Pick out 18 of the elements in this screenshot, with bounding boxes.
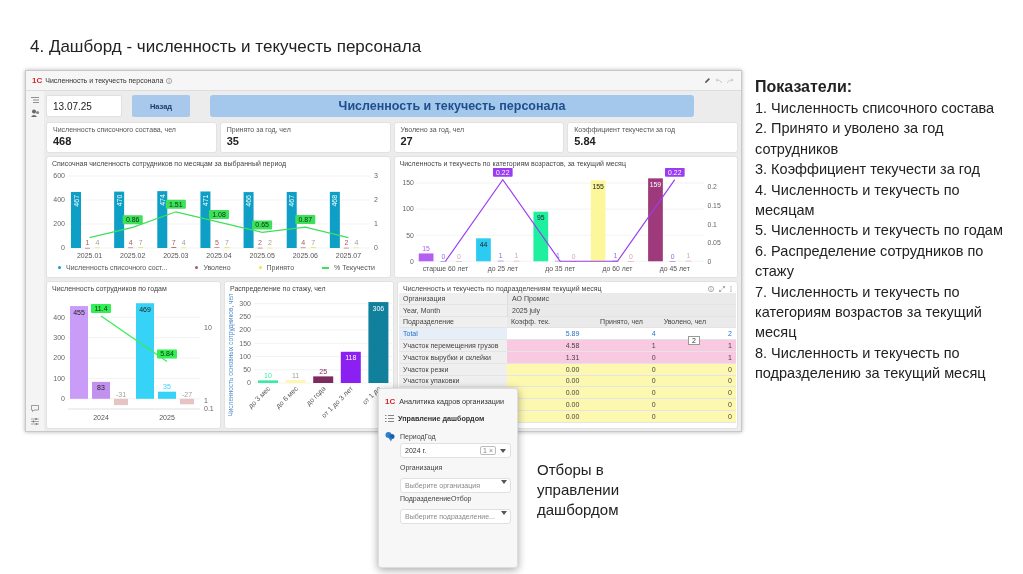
indicator-item: 2. Принято и уволено за год сотрудников — [755, 119, 945, 159]
slide-title: 4. Дашборд - численность и текучесть персонала — [30, 36, 423, 58]
logo: 1С — [32, 76, 43, 85]
kpi-value: 5.84 — [574, 134, 597, 147]
indicator-item: 5. Численность и текучесть по годам — [755, 221, 1004, 241]
indicators-title: Показатели: — [755, 77, 854, 97]
note-text: Отборы в управлении дашбордом — [537, 460, 621, 520]
indicator-item: 7. Численность и текучесть по категориям возрастов за текущий месяц — [755, 282, 983, 343]
kpi-value: 35 — [226, 134, 240, 147]
kpi-value: 468 — [53, 134, 73, 147]
kpi-value: 27 — [400, 134, 414, 147]
logo: 1С — [385, 397, 396, 406]
dashboard-banner: Численность и текучесть персонала — [210, 95, 694, 118]
indicator-item: 4. Численность и текучесть по месяцам — [755, 180, 961, 221]
indicator-item: 8. Численность и текучесть по подразделению за текущий месяц — [755, 343, 987, 384]
indicator-item: 3. Коэффициент текучести за год — [755, 160, 981, 180]
indicator-item: 1. Численность списочного состава — [755, 99, 996, 118]
indicator-item: 6. Распределение сотрудников по стажу — [755, 241, 985, 282]
